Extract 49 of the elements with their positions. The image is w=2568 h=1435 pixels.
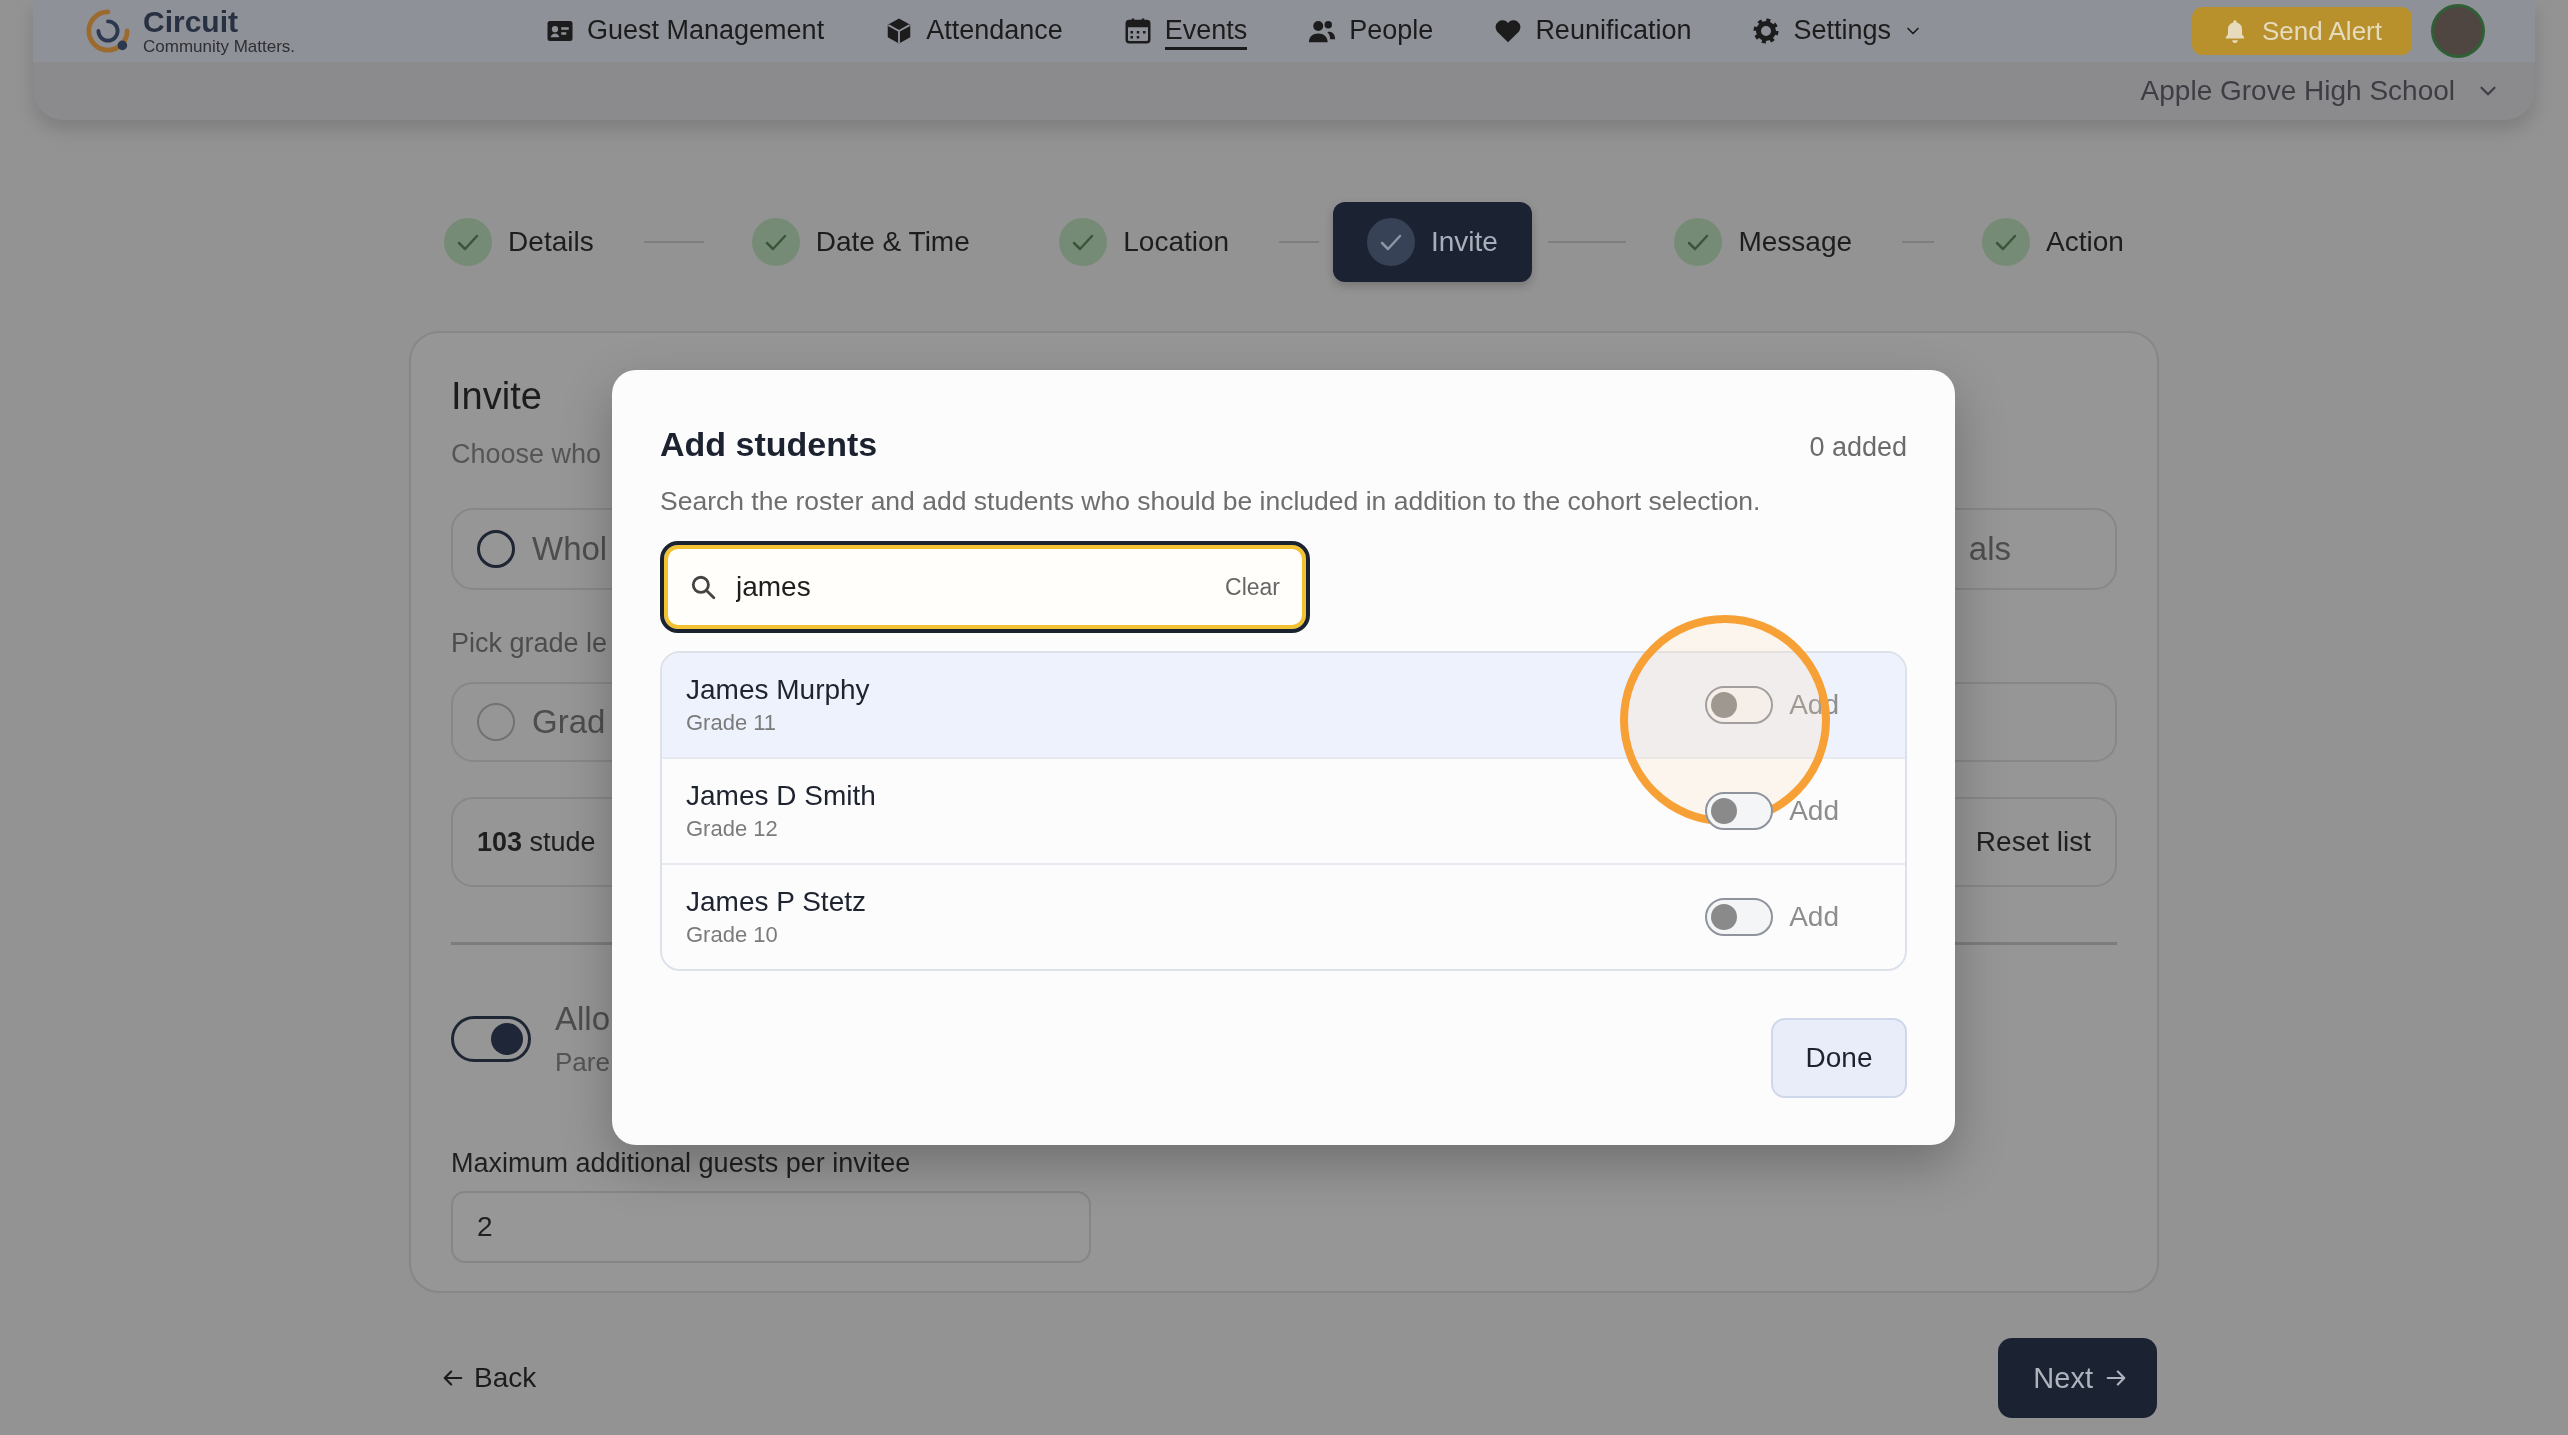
wizard-step[interactable]: Location (1059, 202, 1230, 282)
back-link[interactable]: Back (442, 1362, 537, 1394)
calendar-icon (1122, 16, 1153, 46)
wizard-step[interactable]: Date & Time (751, 202, 970, 282)
student-count: 103 stude (477, 826, 596, 858)
wizard-step[interactable]: Message (1674, 202, 1853, 282)
add-label: Add (1789, 901, 1839, 933)
card-heading: Invite (451, 374, 542, 419)
guest-toggle[interactable] (451, 1016, 531, 1062)
add-toggle[interactable] (1705, 686, 1774, 724)
reset-list-button[interactable]: Reset list (1975, 826, 2091, 858)
add-toggle[interactable] (1705, 898, 1774, 936)
student-grade: Grade 12 (686, 815, 778, 843)
nav-tab[interactable]: People (1307, 12, 1434, 50)
student-name: James P Stetz (686, 885, 866, 919)
nav-tab[interactable]: Settings (1751, 12, 1924, 50)
added-count: 0 added (1809, 432, 1907, 463)
dialog-title: Add students (660, 426, 878, 462)
nav-tab[interactable]: Attendance (884, 12, 1063, 50)
nav-tab[interactable]: Reunification (1493, 12, 1692, 50)
add-label: Add (1789, 795, 1839, 827)
search-field[interactable]: james Clear (660, 541, 1310, 633)
dialog-description: Search the roster and add students who should be included in addition to the cohort selection. (660, 485, 1761, 517)
clear-button[interactable]: Clear (1225, 573, 1280, 601)
add-toggle[interactable] (1705, 792, 1774, 830)
nav-tab[interactable]: Events (1122, 12, 1248, 50)
max-guests-label: Maximum additional guests per invitee (451, 1148, 911, 1179)
brand-name: Circuit (143, 5, 238, 37)
school-selector[interactable]: Apple Grove High School (2140, 75, 2501, 107)
logo-rings-icon[interactable] (85, 8, 131, 54)
toggle-label: Allo (555, 1000, 611, 1038)
nav-tab[interactable]: Guest Management (545, 12, 825, 50)
card-subtitle: Choose who (451, 439, 602, 470)
student-grade: Grade 10 (686, 921, 778, 949)
brand-tagline: Community Matters. (143, 36, 296, 57)
max-guests-input[interactable]: 2 (451, 1191, 1091, 1263)
wizard-step[interactable]: Action (1982, 202, 2124, 282)
grade-prompt: Pick grade le (451, 628, 608, 659)
done-button[interactable]: Done (1771, 1018, 1907, 1098)
search-icon (690, 574, 716, 600)
student-grade: Grade 11 (686, 709, 777, 737)
wizard-step[interactable]: Details (444, 202, 594, 282)
student-name: James D Smith (686, 779, 876, 813)
next-button[interactable]: Next (1998, 1338, 2157, 1418)
student-name: James Murphy (686, 673, 870, 707)
user-avatar[interactable] (2431, 4, 2485, 58)
toggle-hint: Pare (555, 1046, 610, 1078)
radio-button[interactable] (477, 530, 515, 568)
wizard-step[interactable]: Invite (1332, 202, 1532, 282)
